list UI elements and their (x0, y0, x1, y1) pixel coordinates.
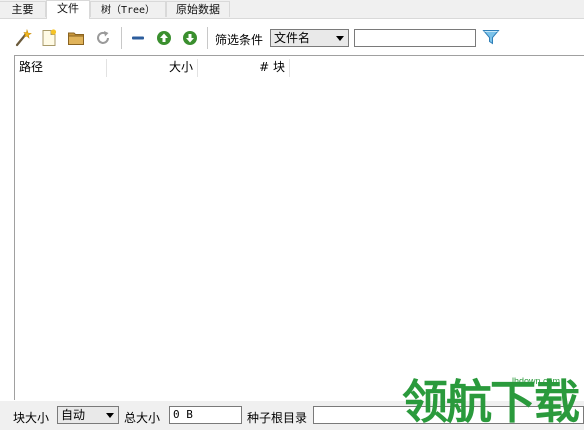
tab-tree[interactable]: 树（Tree） (90, 1, 166, 17)
total-size-value: 0 B (173, 408, 193, 421)
filter-label: 筛选条件 (215, 33, 264, 47)
filter-field-select[interactable]: 文件名 (270, 29, 349, 47)
tab-main-label: 主要 (11, 3, 34, 16)
column-header-path-label: 路径 (19, 60, 44, 74)
total-size-label: 总大小 (124, 411, 161, 425)
move-down-icon[interactable] (181, 29, 199, 47)
tab-raw-data-label: 原始数据 (176, 3, 220, 16)
tab-strip: 主要 文件 树（Tree） 原始数据 (0, 0, 584, 19)
wand-icon[interactable] (14, 29, 32, 47)
filter-field-value: 文件名 (274, 31, 311, 45)
total-size-field[interactable]: 0 B (169, 406, 242, 424)
new-file-icon[interactable] (40, 29, 58, 47)
block-size-select[interactable]: 自动 (57, 406, 119, 424)
tab-tree-label: 树（Tree） (100, 5, 156, 16)
toolbar: 筛选条件 文件名 (0, 19, 584, 55)
column-header-blocks-label: # 块 (259, 60, 285, 74)
column-header-size[interactable]: 大小 (107, 56, 195, 78)
chevron-down-icon (336, 36, 344, 41)
tab-files[interactable]: 文件 (46, 0, 90, 19)
column-header-blocks[interactable]: # 块 (198, 56, 287, 78)
filter-funnel-icon[interactable] (482, 28, 500, 46)
chevron-down-icon (106, 413, 114, 418)
remove-icon[interactable] (129, 29, 147, 47)
torrent-root-label: 种子根目录 (247, 411, 308, 425)
move-up-icon[interactable] (155, 29, 173, 47)
folder-icon[interactable] (67, 29, 85, 47)
filter-text-input[interactable] (354, 29, 476, 47)
file-list[interactable]: 路径 大小 # 块 (14, 55, 584, 400)
watermark: 领航下载 lhdown.com (400, 370, 584, 430)
block-size-label: 块大小 (13, 411, 50, 425)
watermark-url: lhdown.com (512, 376, 561, 386)
tab-main[interactable]: 主要 (0, 1, 46, 17)
column-header-path[interactable]: 路径 (19, 56, 105, 78)
block-size-value: 自动 (61, 408, 86, 422)
column-header-size-label: 大小 (168, 60, 193, 74)
toolbar-separator (207, 27, 208, 49)
refresh-icon[interactable] (94, 29, 112, 47)
tab-raw-data[interactable]: 原始数据 (166, 1, 230, 17)
column-divider[interactable] (289, 59, 290, 77)
tab-files-label: 文件 (57, 2, 79, 15)
toolbar-separator (121, 27, 122, 49)
